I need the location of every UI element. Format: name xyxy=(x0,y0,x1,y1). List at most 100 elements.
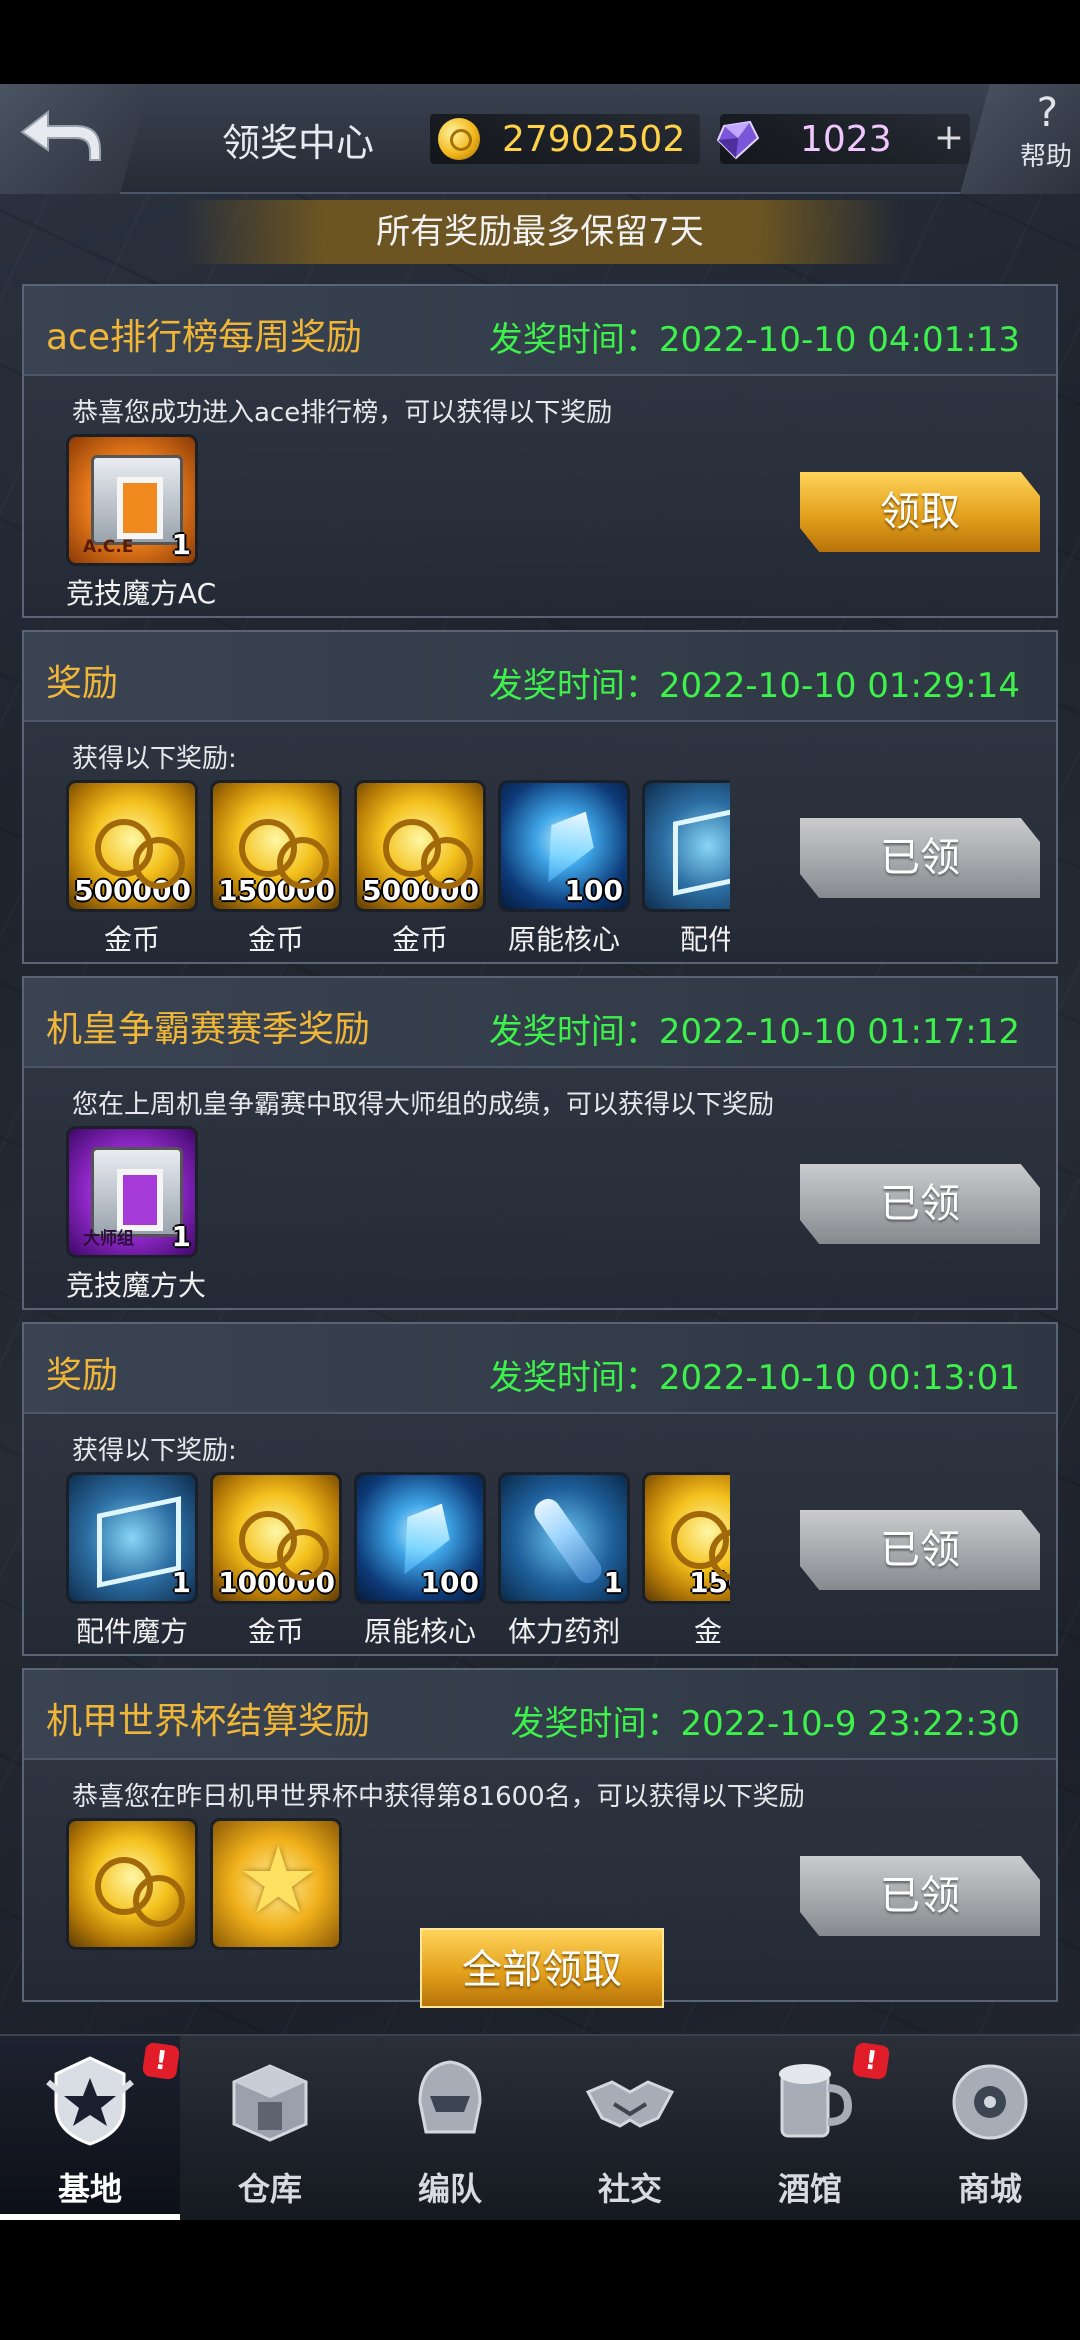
page-title: 领奖中心 xyxy=(222,121,375,165)
tavern-mug-icon-graphic xyxy=(779,2064,853,2138)
nav-item-tavern[interactable]: 酒馆! xyxy=(720,2036,900,2220)
item-count: 500000 xyxy=(74,874,191,907)
item-count: 100 xyxy=(420,1566,479,1599)
gold-amount: 27902502 xyxy=(502,119,686,160)
gold-coins-icon: 500000 xyxy=(354,780,486,912)
handshake-icon xyxy=(584,2052,676,2148)
base-star-icon-graphic xyxy=(46,2056,134,2146)
back-arrow-icon xyxy=(20,109,101,161)
nav-item-base[interactable]: 基地! xyxy=(0,2036,181,2220)
item-name: 竞技魔方AC xyxy=(66,577,217,610)
reward-item[interactable]: 100 原能核心 xyxy=(354,1472,486,1650)
gold-coins-icon: 100000 xyxy=(210,1472,342,1604)
reward-time-prefix: 发奖时间： xyxy=(488,666,659,706)
nav-item-social[interactable]: 社交 xyxy=(540,2036,720,2220)
top-bar: 领奖中心 27902502 1023 + ? 帮助 xyxy=(0,84,1080,194)
reward-time-value: 2022-10-10 01:17:12 xyxy=(658,1012,1020,1052)
warehouse-icon xyxy=(224,2052,316,2148)
bottom-nav: 基地! 仓库 编队 社交 酒馆! 商城 xyxy=(0,2034,1080,2220)
reward-time: 发奖时间：2022-10-10 01:17:12 xyxy=(489,1004,1020,1053)
reward-title: 奖励 xyxy=(46,663,119,704)
item-count: 100 xyxy=(564,874,623,907)
reward-item[interactable]: 100 原能核心 xyxy=(498,780,630,958)
item-count: 1 xyxy=(171,528,191,561)
item-tag: 大师组 xyxy=(83,1229,134,1249)
gem-amount: 1023 xyxy=(800,119,892,160)
reward-time-prefix: 发奖时间： xyxy=(510,1704,681,1744)
reward-item[interactable]: 500000 金币 xyxy=(66,780,198,958)
claim-button[interactable]: 领取 xyxy=(800,472,1040,552)
item-name: 原能核心 xyxy=(363,1615,476,1648)
gold-coins-icon: 500000 xyxy=(66,780,198,912)
reward-time-prefix: 发奖时间： xyxy=(488,320,659,360)
nav-label: 仓库 xyxy=(237,2170,302,2208)
reward-center-screen: 领奖中心 27902502 1023 + ? 帮助 所有奖励最多保留7天 ace… xyxy=(0,84,1080,2220)
system-nav-area xyxy=(0,2220,1080,2340)
reward-time-value: 2022-10-9 23:22:30 xyxy=(680,1704,1020,1744)
nav-item-formation[interactable]: 编队 xyxy=(360,2036,540,2220)
reward-item[interactable]: 150000 金币 xyxy=(210,780,342,958)
item-name: 金币 xyxy=(247,1615,304,1648)
reward-item[interactable]: 500000 金币 xyxy=(354,780,486,958)
item-count: 1 xyxy=(171,1566,191,1599)
item-name: 金 xyxy=(693,1615,722,1648)
reward-card: ace排行榜每周奖励 发奖时间：2022-10-10 04:01:13 恭喜您成功进… xyxy=(22,284,1058,618)
reward-time: 发奖时间：2022-10-10 00:13:01 xyxy=(489,1350,1020,1399)
reward-title: 机皇争霸赛赛季奖励 xyxy=(46,1009,371,1050)
item-count: 1 xyxy=(603,1566,623,1599)
reward-description: 恭喜您在昨日机甲世界杯中获得第81600名，可以获得以下奖励 xyxy=(72,1782,805,1812)
reward-item[interactable]: 大师组 1 竞技魔方大 xyxy=(66,1126,207,1304)
claimed-button[interactable]: 已领 xyxy=(800,1164,1040,1244)
reward-description: 恭喜您成功进入ace排行榜，可以获得以下奖励 xyxy=(72,398,613,428)
item-tag: A.C.E xyxy=(83,537,134,557)
claimed-button[interactable]: 已领 xyxy=(800,1856,1040,1936)
item-name: 原能核心 xyxy=(507,923,620,956)
reward-time: 发奖时间：2022-10-10 01:29:14 xyxy=(489,658,1020,707)
reward-time-prefix: 发奖时间： xyxy=(488,1358,659,1398)
claim-all-button[interactable]: 全部领取 xyxy=(420,1928,664,2008)
reward-item[interactable]: 1500 金 xyxy=(642,1472,730,1650)
reward-title: 奖励 xyxy=(46,1355,119,1396)
gold-coins-icon xyxy=(66,1818,198,1950)
nav-item-warehouse[interactable]: 仓库 xyxy=(180,2036,360,2220)
item-name: 配件魔方 xyxy=(75,1615,188,1648)
reward-title: ace排行榜每周奖励 xyxy=(46,317,363,358)
reward-item[interactable] xyxy=(66,1818,198,1956)
reward-item[interactable]: 100000 金币 xyxy=(210,1472,342,1650)
help-button[interactable]: ? 帮助 xyxy=(960,84,1080,194)
back-button[interactable] xyxy=(0,84,150,194)
reward-time-prefix: 发奖时间： xyxy=(488,1012,659,1052)
help-label: 帮助 xyxy=(1019,142,1072,172)
gold-currency: 27902502 xyxy=(430,114,700,164)
nav-label: 编队 xyxy=(417,2170,482,2208)
nav-label: 社交 xyxy=(597,2170,662,2208)
reward-card-header: 机皇争霸赛赛季奖励 发奖时间：2022-10-10 01:17:12 xyxy=(24,978,1056,1068)
reward-item[interactable]: 配件 xyxy=(642,780,730,958)
reward-item[interactable] xyxy=(210,1818,342,1956)
reward-items: 1 配件魔方 100000 金币 100 原能核心 1 体力药剂 1500 金 xyxy=(66,1472,730,1652)
reward-card-header: 奖励 发奖时间：2022-10-10 01:29:14 xyxy=(24,632,1056,722)
add-gems-button[interactable]: + xyxy=(928,118,970,160)
reward-list[interactable]: ace排行榜每周奖励 发奖时间：2022-10-10 04:01:13 恭喜您成功进… xyxy=(0,284,1080,2110)
handshake-icon-graphic xyxy=(585,2080,675,2128)
reward-item[interactable]: 1 配件魔方 xyxy=(66,1472,198,1650)
reward-items: 大师组 1 竞技魔方大 xyxy=(66,1126,730,1306)
item-name: 金币 xyxy=(247,923,304,956)
reward-description: 您在上周机皇争霸赛中取得大师组的成绩，可以获得以下奖励 xyxy=(72,1090,775,1120)
base-star-icon xyxy=(44,2052,136,2148)
reward-card-header: 机甲世界杯结算奖励 发奖时间：2022-10-9 23:22:30 xyxy=(24,1670,1056,1760)
reward-item[interactable]: A.C.E 1 竞技魔方AC xyxy=(66,434,217,612)
reward-item[interactable]: 1 体力药剂 xyxy=(498,1472,630,1650)
status-bar xyxy=(0,0,1080,84)
item-name: 体力药剂 xyxy=(507,1615,620,1648)
nav-item-shop[interactable]: 商城 xyxy=(900,2036,1080,2220)
item-name: 竞技魔方大 xyxy=(66,1269,207,1302)
star-icon xyxy=(210,1818,342,1950)
reward-card: 奖励 发奖时间：2022-10-10 00:13:01 获得以下奖励: 1 配件魔方 10… xyxy=(22,1322,1058,1656)
diamond-icon xyxy=(716,120,760,160)
reward-time: 发奖时间：2022-10-10 04:01:13 xyxy=(489,312,1020,361)
shop-robot-icon-graphic xyxy=(952,2064,1028,2140)
claimed-button[interactable]: 已领 xyxy=(800,1510,1040,1590)
claimed-button[interactable]: 已领 xyxy=(800,818,1040,898)
item-name: 金币 xyxy=(391,923,448,956)
